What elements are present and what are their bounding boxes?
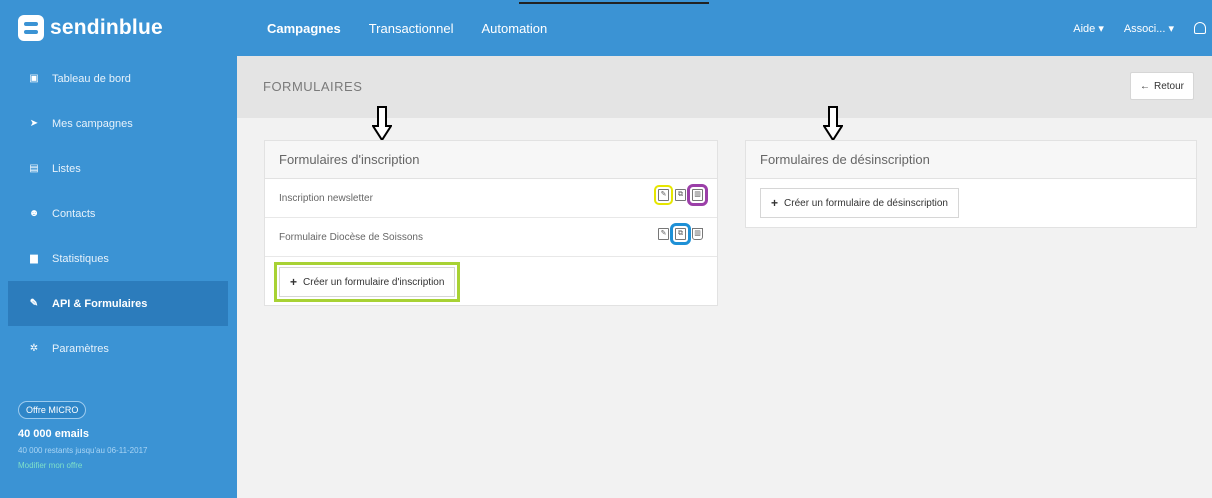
form-name: Inscription newsletter (279, 192, 373, 204)
brand-name: sendinblue (50, 16, 163, 39)
tab-automation[interactable]: Automation (482, 21, 548, 36)
row-actions: ✎ ⧉ ▥ (654, 184, 708, 206)
row-actions: ✎ ⧉ ▥ (658, 223, 703, 245)
sidebar-item-statistics[interactable]: ▆ Statistiques (8, 236, 228, 281)
top-right-menu: Aide ▾ Associ... ▾ (1073, 0, 1206, 56)
sidebar: sendinblue ▣ Tableau de bord ➤ Mes campa… (0, 0, 237, 498)
app-window: sendinblue ▣ Tableau de bord ➤ Mes campa… (0, 0, 1212, 498)
back-button-label: Retour (1153, 80, 1184, 92)
tab-transactional[interactable]: Transactionnel (369, 21, 454, 36)
divider (519, 2, 709, 4)
logo-icon (18, 15, 44, 41)
sidebar-item-contacts[interactable]: ☻ Contacts (8, 191, 228, 236)
plus-icon: + (290, 275, 298, 289)
create-row: + Créer un formulaire de désinscription (746, 179, 1196, 227)
plus-icon: + (771, 196, 779, 210)
dashboard-icon: ▣ (29, 73, 39, 84)
copy-icon[interactable]: ⧉ (675, 189, 686, 201)
sidebar-item-label: Mes campagnes (52, 117, 133, 130)
unsubscription-forms-panel: Formulaires de désinscription + Créer un… (745, 140, 1197, 228)
sidebar-item-dashboard[interactable]: ▣ Tableau de bord (8, 56, 228, 101)
bell-icon[interactable] (1194, 22, 1206, 34)
help-menu[interactable]: Aide ▾ (1073, 22, 1104, 35)
edit-icon[interactable]: ✎ (658, 228, 669, 240)
arrow-left-icon: ← (1139, 80, 1150, 92)
sidebar-item-label: Contacts (52, 207, 96, 220)
brand-logo[interactable]: sendinblue (0, 0, 237, 56)
plan-offer: Offre MICRO 40 000 emails 40 000 restant… (18, 400, 228, 470)
plan-badge: Offre MICRO (18, 401, 87, 419)
page-title: FORMULAIRES (263, 79, 363, 94)
wrench-icon: ✎ (29, 298, 39, 309)
create-subscription-label: Créer un formulaire d'inscription (303, 276, 445, 288)
annotation-arrow-down-icon (823, 106, 843, 142)
change-plan-link[interactable]: Modifier mon offre (18, 461, 228, 470)
edit-icon[interactable]: ✎ (654, 185, 673, 205)
sidebar-item-label: Paramètres (52, 342, 109, 355)
sidebar-item-label: Listes (52, 162, 81, 175)
create-subscription-form-button[interactable]: + Créer un formulaire d'inscription (273, 262, 461, 302)
gear-icon: ✲ (29, 343, 39, 354)
sidebar-item-label: Statistiques (52, 252, 109, 265)
list-icon: ▤ (29, 163, 39, 174)
tab-campaigns[interactable]: Campagnes (267, 21, 341, 36)
trash-icon[interactable]: ▥ (687, 184, 708, 206)
sidebar-item-campaigns[interactable]: ➤ Mes campagnes (8, 101, 228, 146)
account-menu[interactable]: Associ... ▾ (1124, 22, 1174, 35)
sidebar-item-api-forms[interactable]: ✎ API & Formulaires (8, 281, 228, 326)
plan-remaining: 40 000 restants jusqu'au 06-11-2017 (18, 446, 148, 455)
annotation-arrow-down-icon (372, 106, 392, 142)
sidebar-item-label: Tableau de bord (52, 72, 131, 85)
panel-title: Formulaires de désinscription (746, 141, 1196, 179)
chart-icon: ▆ (30, 253, 38, 264)
main-content: FORMULAIRES ← Retour Formulaires d'inscr… (237, 56, 1212, 498)
trash-icon[interactable]: ▥ (692, 228, 703, 240)
top-tabs: Campagnes Transactionnel Automation (267, 0, 547, 56)
plan-emails: 40 000 emails (18, 428, 89, 440)
create-row: + Créer un formulaire d'inscription (265, 257, 717, 307)
create-unsubscription-label: Créer un formulaire de désinscription (784, 197, 948, 209)
form-name: Formulaire Diocèse de Soissons (279, 231, 423, 243)
users-icon: ☻ (28, 208, 40, 219)
panel-title: Formulaires d'inscription (265, 141, 717, 179)
subscription-forms-panel: Formulaires d'inscription Inscription ne… (264, 140, 718, 306)
sidebar-nav: ▣ Tableau de bord ➤ Mes campagnes ▤ List… (8, 56, 228, 371)
copy-icon[interactable]: ⧉ (670, 223, 691, 245)
create-unsubscription-form-button[interactable]: + Créer un formulaire de désinscription (760, 188, 959, 218)
back-button[interactable]: ← Retour (1129, 72, 1194, 100)
sidebar-item-label: API & Formulaires (52, 297, 148, 310)
top-navbar: Campagnes Transactionnel Automation Aide… (237, 0, 1212, 56)
sidebar-item-settings[interactable]: ✲ Paramètres (8, 326, 228, 371)
form-row[interactable]: Inscription newsletter ✎ ⧉ ▥ (265, 179, 717, 218)
sidebar-item-lists[interactable]: ▤ Listes (8, 146, 228, 191)
send-icon: ➤ (29, 118, 39, 129)
form-row[interactable]: Formulaire Diocèse de Soissons ✎ ⧉ ▥ (265, 218, 717, 257)
